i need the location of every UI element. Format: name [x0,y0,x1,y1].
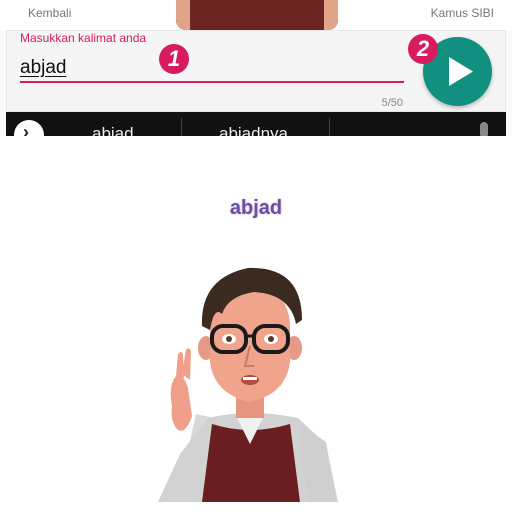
character-counter: 5/50 [381,97,403,109]
chevron-right-icon: › [23,122,29,136]
input-underline [20,81,404,83]
expand-suggestions-button[interactable]: › [14,120,44,136]
suggestion-item[interactable]: abjad [92,124,134,136]
input-label: Masukkan kalimat anda [20,31,147,45]
suggestion-divider [181,118,182,136]
suggestion-divider [329,118,330,136]
keyboard-suggestion-bar: › abjad abjadnya [6,112,506,136]
top-nav-strip: Kembali Kamus SIBI [0,0,512,30]
sign-language-avatar [158,267,338,502]
suggestion-item[interactable]: abjadnya [219,124,288,136]
avatar-thumbnail [176,0,338,30]
sentence-input[interactable] [20,57,380,79]
top-panel: Kembali Kamus SIBI Masukkan kalimat anda… [0,0,512,136]
sign-word-caption: abjad [229,197,283,219]
step-badge-2: 2 [408,34,438,64]
back-link[interactable]: Kembali [28,6,71,20]
dictionary-link[interactable]: Kamus SIBI [431,6,494,20]
step-badge-1: 1 [159,44,189,74]
microphone-icon[interactable] [480,122,488,136]
